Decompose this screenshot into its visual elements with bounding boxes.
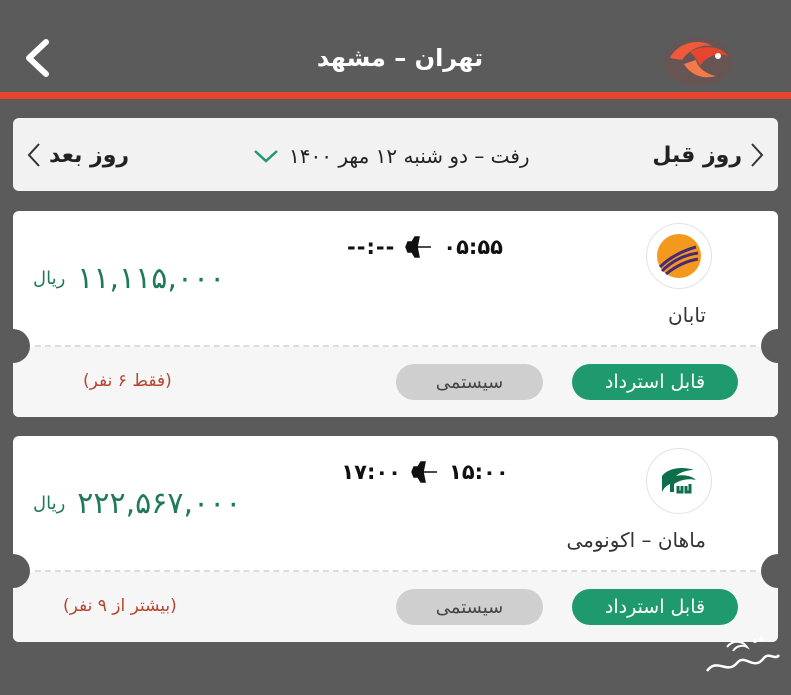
chevron-left-icon bbox=[27, 143, 40, 167]
price-amount: ۱۱,۱۱۵,۰۰۰ bbox=[77, 261, 226, 296]
departure-time: ۰۵:۵۵ bbox=[443, 235, 503, 259]
back-button[interactable] bbox=[20, 38, 54, 78]
brand-logo-icon bbox=[660, 30, 736, 90]
currency-label: ریال bbox=[33, 493, 66, 514]
arrival-time: ۱۷:۰۰ bbox=[341, 460, 401, 484]
refundable-button[interactable]: قابل استرداد bbox=[572, 589, 738, 625]
price-amount: ۲۲۲,۵۶۷,۰۰۰ bbox=[77, 486, 242, 521]
flight-times: --:-- ۰۵:۵۵ bbox=[335, 233, 515, 261]
seats-available: (فقط ۶ نفر) bbox=[83, 371, 172, 391]
ticket-perforation bbox=[35, 570, 756, 572]
system-flight-button[interactable]: سیستمی bbox=[396, 364, 543, 400]
refundable-button[interactable]: قابل استرداد bbox=[572, 364, 738, 400]
date-selector[interactable]: رفت – دو شنبه ۱۲ مهر ۱۴۰۰ bbox=[253, 142, 530, 170]
taban-airline-logo-icon bbox=[646, 223, 712, 289]
previous-day-button[interactable]: روز قبل bbox=[652, 140, 764, 170]
next-day-button[interactable]: روز بعد bbox=[27, 140, 129, 170]
airline-name: ماهان – اکونومی bbox=[566, 528, 706, 552]
airline-name: تابان bbox=[667, 303, 706, 327]
seats-available: (بیشتر از ۹ نفر) bbox=[63, 596, 177, 616]
price: ریال ۱۱,۱۱۵,۰۰۰ bbox=[33, 261, 225, 296]
flight-card[interactable]: ماهان – اکونومی ۱۷:۰۰ ۱۵:۰۰ ریال ۲۲۲,۵۶۷… bbox=[0, 436, 791, 642]
mahan-airline-logo-icon bbox=[646, 448, 712, 514]
airplane-icon bbox=[411, 461, 437, 483]
next-day-label: روز بعد bbox=[49, 142, 130, 168]
currency-label: ریال bbox=[33, 268, 66, 289]
route-title: تهران – مشهد bbox=[316, 44, 484, 72]
price: ریال ۲۲۲,۵۶۷,۰۰۰ bbox=[33, 486, 241, 521]
chevron-right-icon bbox=[751, 143, 764, 167]
flight-times: ۱۷:۰۰ ۱۵:۰۰ bbox=[335, 458, 515, 486]
chevron-left-icon bbox=[26, 39, 49, 77]
airplane-icon bbox=[405, 236, 432, 258]
ticket-notch bbox=[761, 329, 791, 363]
selected-date: رفت – دو شنبه ۱۲ مهر ۱۴۰۰ bbox=[289, 144, 530, 168]
system-flight-button[interactable]: سیستمی bbox=[396, 589, 543, 625]
top-app-bar: تهران – مشهد bbox=[0, 0, 791, 92]
accent-divider bbox=[0, 92, 791, 99]
chevron-down-icon bbox=[254, 150, 278, 163]
watermark-logo-icon bbox=[697, 627, 783, 687]
ticket-perforation bbox=[35, 345, 756, 347]
flight-card[interactable]: تابان --:-- ۰۵:۵۵ ریال ۱۱,۱۱۵,۰۰۰ قابل ا… bbox=[0, 211, 791, 417]
date-navigation-bar: روز بعد رفت – دو شنبه ۱۲ مهر ۱۴۰۰ روز قب… bbox=[13, 118, 778, 191]
ticket-notch bbox=[761, 554, 791, 588]
previous-day-label: روز قبل bbox=[652, 142, 742, 168]
departure-time: ۱۵:۰۰ bbox=[449, 460, 509, 484]
arrival-time: --:-- bbox=[347, 235, 396, 259]
